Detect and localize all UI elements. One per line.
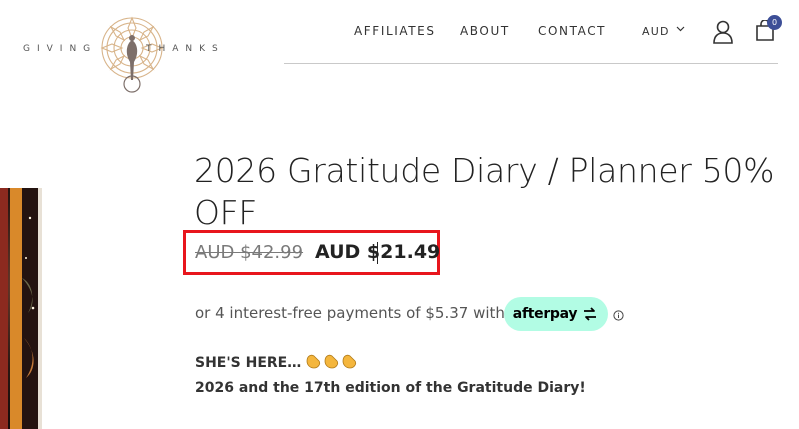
installments-text: or 4 interest-free payments of $5.37 wit… [195, 304, 505, 322]
product-title: 2026 Gratitude Diary / Planner 50% OFF [194, 151, 775, 232]
afterpay-label: afterpay [512, 306, 578, 322]
chevron-down-icon [676, 26, 685, 32]
afterpay-arrows-icon [584, 307, 597, 321]
logo-word-giving: GIVING [23, 44, 98, 54]
nav-item-affiliates[interactable]: AFFILIATES [354, 24, 460, 38]
logo-mandala-icon [100, 16, 164, 93]
user-icon[interactable] [712, 20, 734, 44]
product-image[interactable] [0, 188, 42, 429]
currency-selector[interactable]: AUD [642, 25, 685, 38]
description-line-2: 2026 and the 17th edition of the Gratitu… [195, 380, 586, 396]
text-cursor [377, 242, 378, 264]
nav-item-contact[interactable]: CONTACT [538, 24, 642, 38]
currency-label: AUD [642, 24, 670, 38]
price-original: AUD $42.99 [195, 242, 304, 263]
logo-word-thanks: THANKS [146, 44, 225, 54]
header-divider [284, 63, 778, 64]
afterpay-badge[interactable]: afterpay [504, 297, 608, 331]
nav-item-about[interactable]: ABOUT [460, 24, 538, 38]
description-headline: SHE'S HERE… [195, 352, 359, 374]
main-nav: AFFILIATES ABOUT CONTACT AUD [354, 24, 685, 38]
info-icon[interactable] [613, 310, 624, 321]
site-logo[interactable]: GIVING THANKS [20, 14, 242, 94]
product-page: GIVING THANKS AFFILIATES ABOUT CONTACT A… [0, 0, 799, 429]
description-line-1: SHE'S HERE… [195, 355, 302, 371]
clapping-hands-icon [305, 352, 359, 374]
cart-count-badge: 0 [767, 15, 782, 30]
